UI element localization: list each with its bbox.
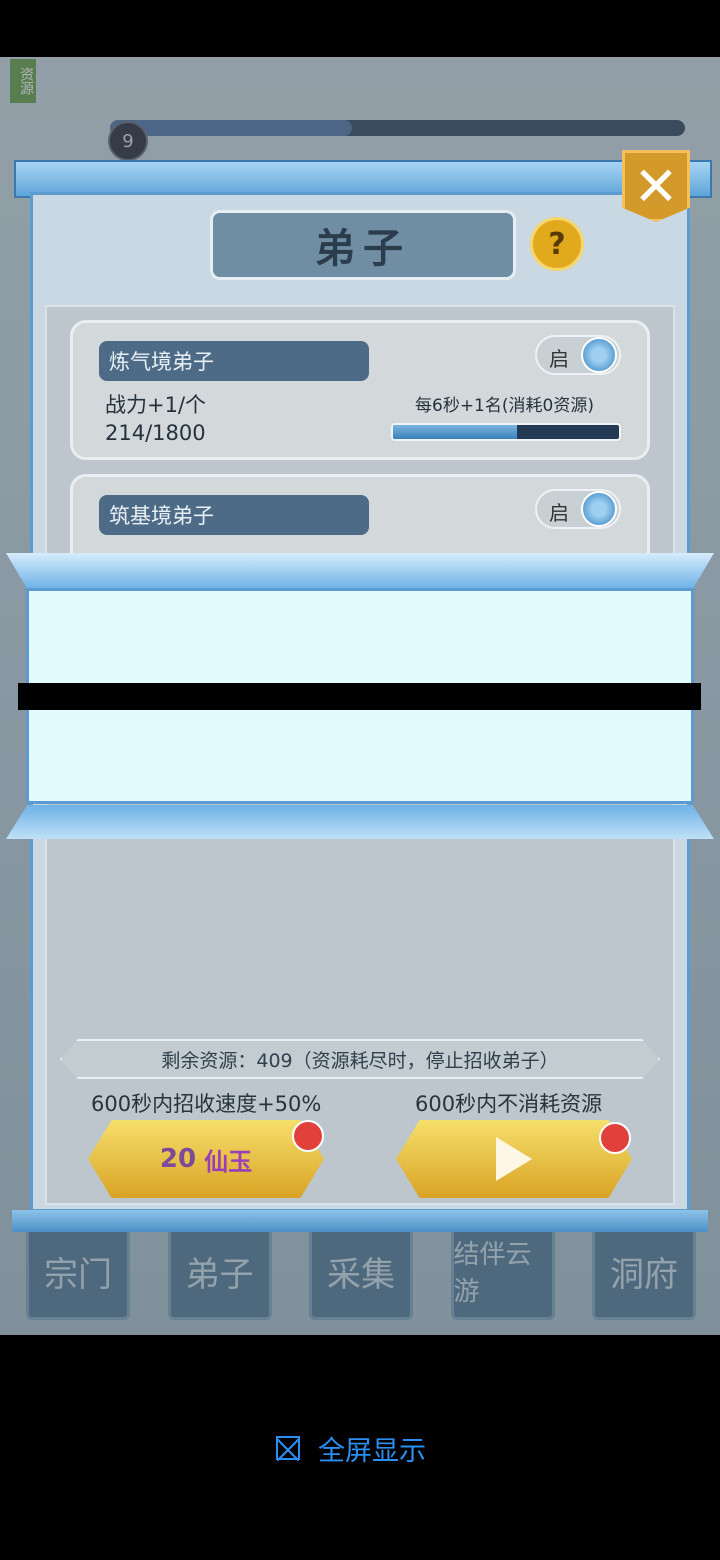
progress-fill: [393, 425, 518, 439]
notification-dot: [292, 1120, 324, 1152]
card-name: 炼气境弟子: [99, 341, 369, 381]
notification-dot: [599, 1122, 631, 1154]
overlay-bottom-frame: [6, 805, 714, 839]
toggle-knob-icon: [581, 337, 617, 373]
close-button[interactable]: ✕: [622, 150, 690, 222]
free-cost-text: 600秒内不消耗资源: [415, 1092, 603, 1116]
redacted-bar: [18, 683, 701, 710]
panel-title-banner: 弟子: [210, 210, 516, 280]
overlay-top-frame: [6, 553, 714, 589]
fullscreen-link[interactable]: 全屏显示: [276, 1428, 426, 1468]
play-icon: [496, 1137, 532, 1181]
panel-title: 弟子: [315, 225, 411, 272]
help-button[interactable]: ?: [530, 217, 584, 271]
card-rate: 每6秒+1名(消耗0资源): [415, 396, 594, 416]
buy-speed-button[interactable]: 20 仙玉: [88, 1120, 324, 1198]
toggle-label: 启: [549, 501, 569, 525]
recruit-toggle[interactable]: 启: [535, 489, 621, 529]
disciple-card-qi: 炼气境弟子 启 战力+1/个 214/1800 每6秒+1名(消耗0资源): [70, 320, 650, 460]
card-name: 筑基境弟子: [99, 495, 369, 535]
watch-ad-button[interactable]: [396, 1120, 632, 1198]
toggle-knob-icon: [581, 491, 617, 527]
cost-value: 20: [159, 1144, 197, 1174]
speed-bonus-text: 600秒内招收速度+50%: [91, 1092, 322, 1116]
card-power: 战力+1/个: [105, 393, 207, 417]
remaining-resources-banner: 剩余资源：409（资源耗尽时，停止招收弟子）: [60, 1039, 660, 1079]
panel-bottom-frame: [12, 1210, 708, 1232]
fullscreen-icon: [276, 1436, 300, 1460]
card-count: 214/1800: [105, 421, 206, 445]
toggle-label: 启: [549, 347, 569, 371]
recruit-progress-bar: [391, 423, 621, 441]
currency-label: 仙玉: [204, 1146, 253, 1176]
fullscreen-label: 全屏显示: [318, 1435, 426, 1467]
recruit-toggle[interactable]: 启: [535, 335, 621, 375]
